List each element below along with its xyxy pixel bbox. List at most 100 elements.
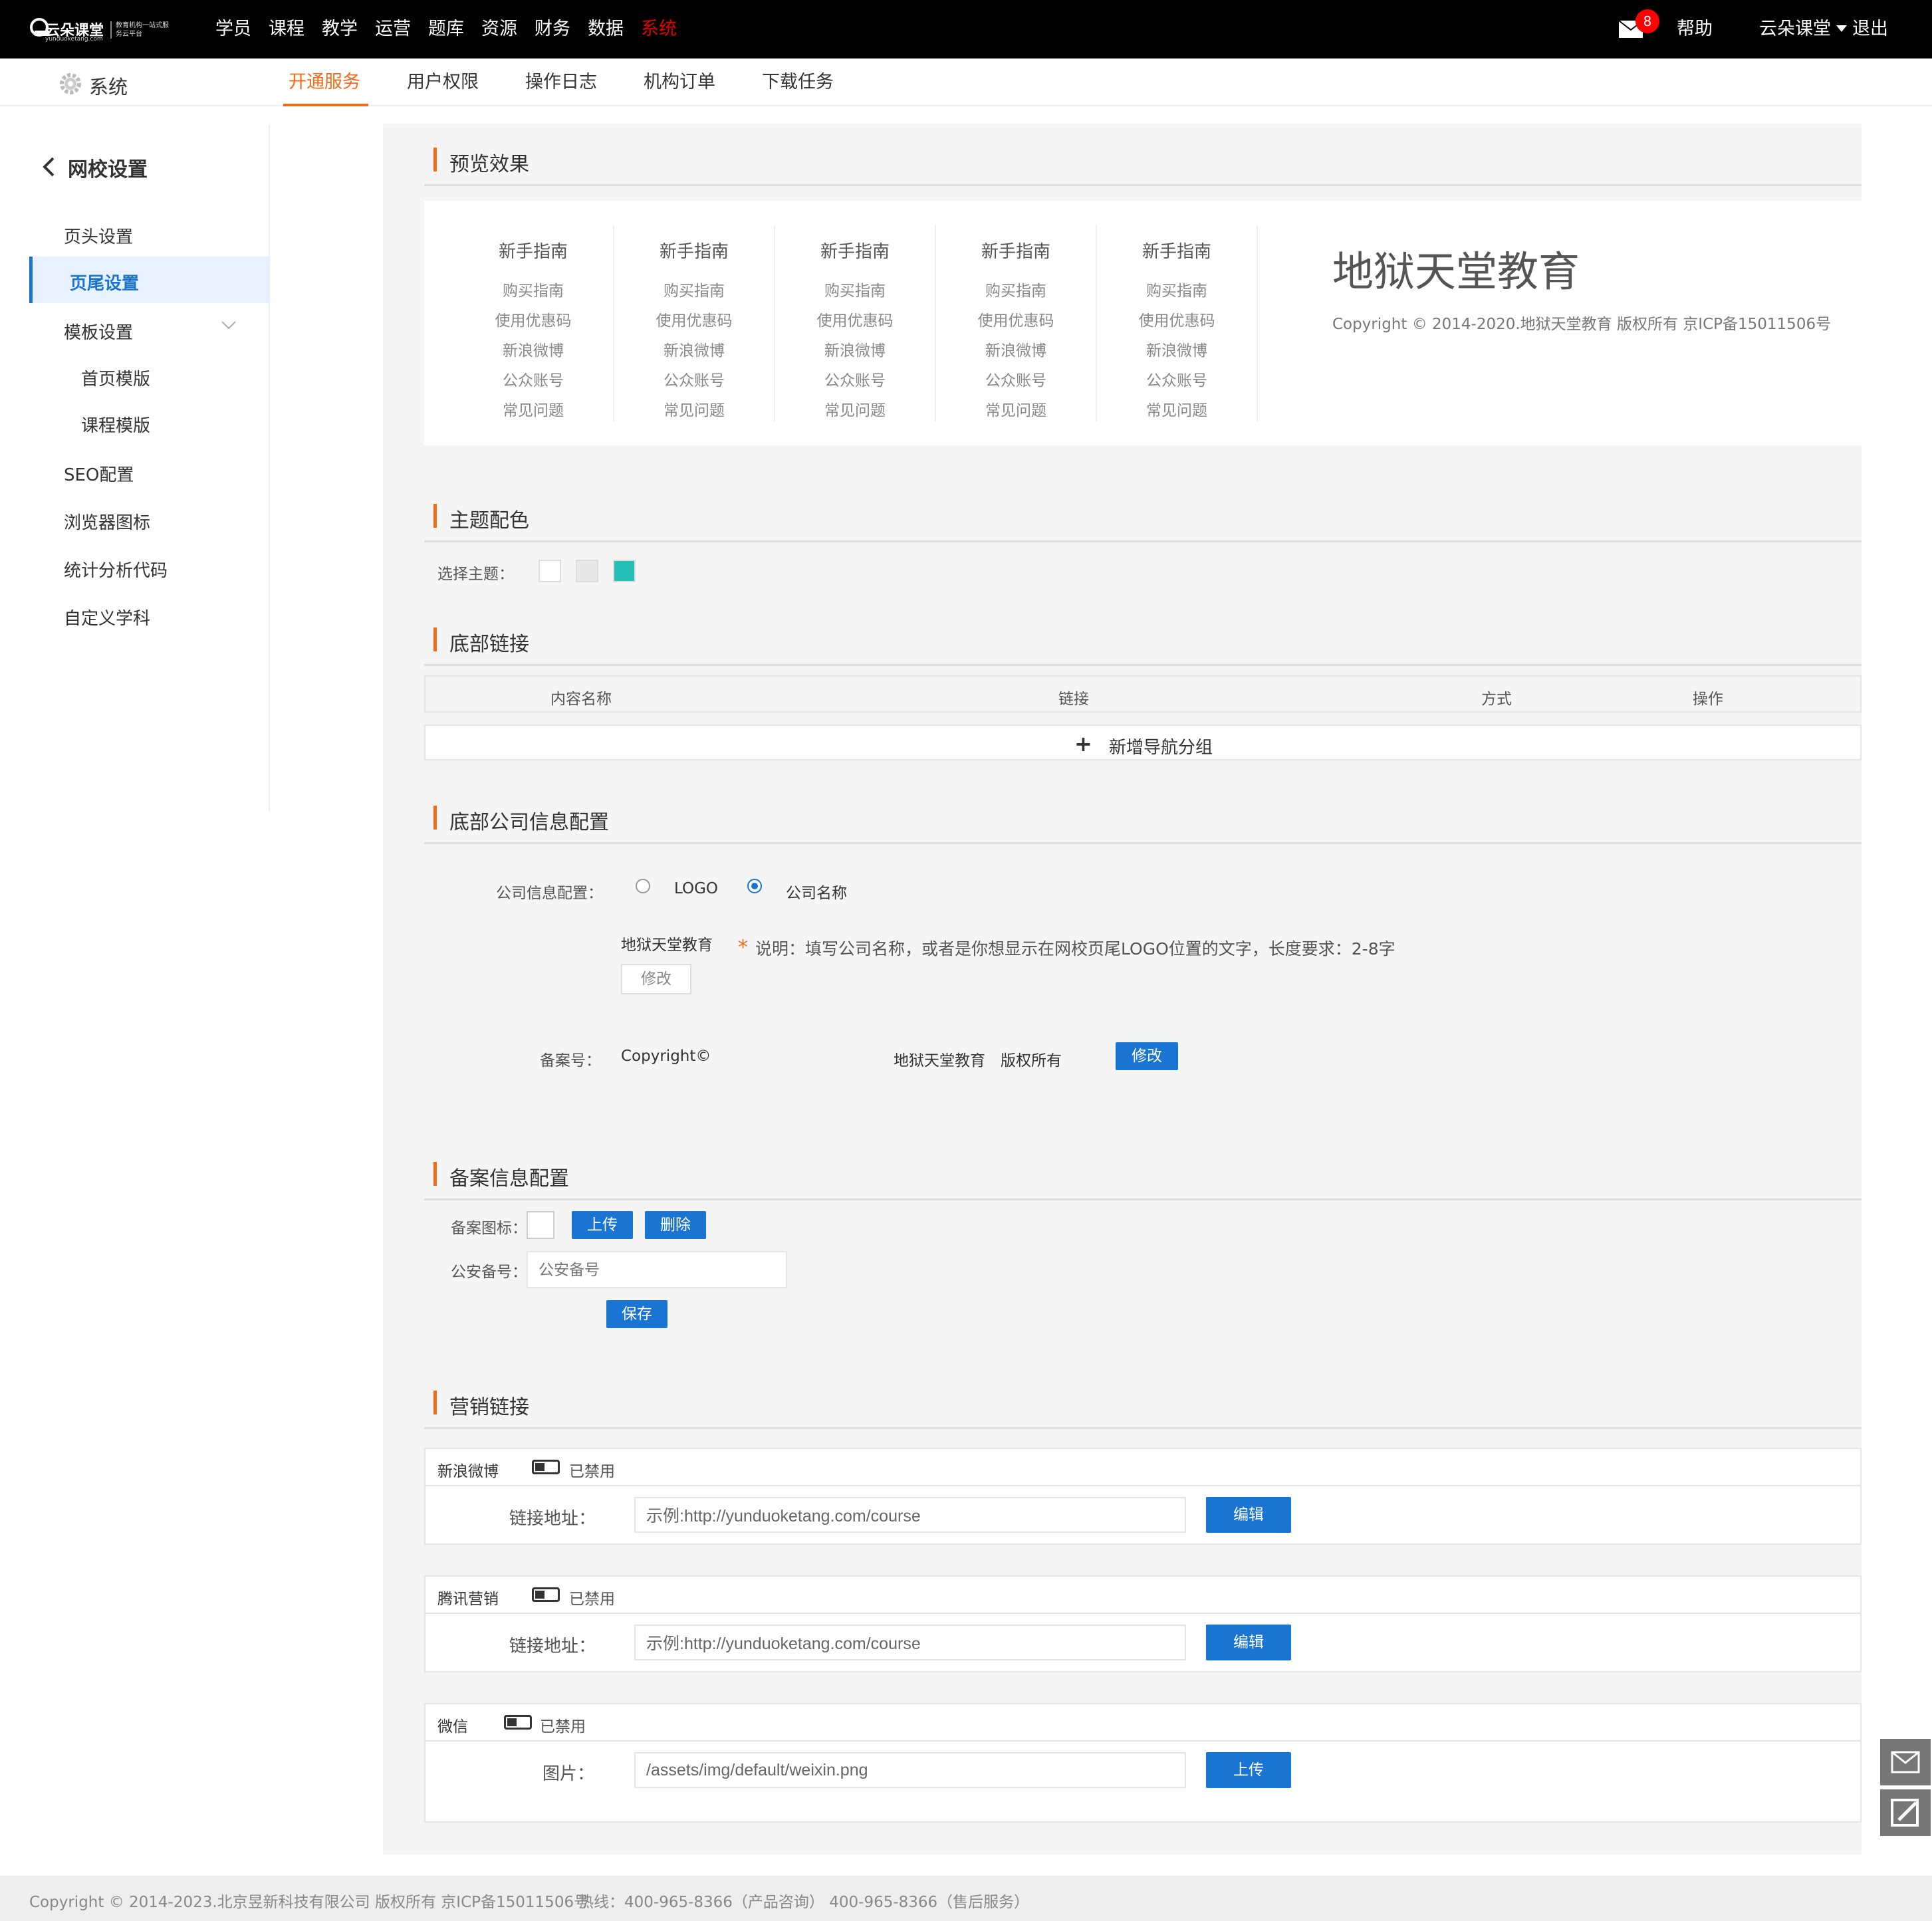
sidebar-item-analytics[interactable]: 统计分析代码	[64, 557, 168, 582]
marketing-card-wechat: 微信 已禁用 图片： 上传	[424, 1703, 1862, 1823]
company-info-label: 公司信息配置：	[496, 885, 603, 902]
marketing-name: 微信	[437, 1718, 468, 1736]
edit-record-button[interactable]: 修改	[1116, 1042, 1178, 1070]
floating-feedback-button[interactable]	[1880, 1789, 1931, 1836]
preview-column-title: 新手指南	[981, 242, 1050, 262]
sidebar-item-header[interactable]: 页头设置	[64, 223, 133, 248]
section-header-company: 底部公司信息配置	[424, 791, 1862, 844]
preview-copyright: Copyright © 2014-2020.地狱天堂教育 版权所有 京ICP备1…	[1332, 316, 1832, 333]
mail-count-badge: 8	[1635, 9, 1659, 33]
preview-link: 常见问题	[985, 402, 1046, 419]
save-record-button[interactable]: 保存	[606, 1300, 667, 1328]
wechat-upload-button[interactable]: 上传	[1206, 1752, 1291, 1788]
tab-user-permissions[interactable]: 用户权限	[407, 58, 479, 106]
sidebar-item-footer-label: 页尾设置	[70, 274, 140, 294]
sidebar-item-favicon[interactable]: 浏览器图标	[64, 509, 150, 534]
marketing-name: 腾讯营销	[437, 1591, 499, 1608]
preview-column: 新手指南 购买指南 使用优惠码 新浪微博 公众账号 常见问题	[453, 225, 614, 421]
section-header-marketing: 营销链接	[424, 1376, 1862, 1429]
police-record-label: 公安备号：	[451, 1264, 527, 1281]
footer-hotline: 热线：400-965-8366（产品咨询） 400-965-8366（售后服务）	[578, 1894, 1030, 1911]
upload-record-icon-button[interactable]: 上传	[572, 1211, 633, 1239]
radio-company-name[interactable]	[747, 879, 762, 893]
sidebar-item-seo[interactable]: SEO配置	[64, 461, 134, 486]
edit-icon	[1891, 1799, 1919, 1827]
nav-operations[interactable]: 运营	[375, 0, 411, 58]
tab-org-orders[interactable]: 机构订单	[644, 58, 715, 106]
marketing-field-label: 链接地址：	[509, 1509, 596, 1529]
preview-link: 使用优惠码	[495, 312, 572, 330]
nav-students[interactable]: 学员	[215, 0, 251, 58]
marketing-card-header: 腾讯营销 已禁用	[425, 1577, 1860, 1614]
nav-resources[interactable]: 资源	[481, 0, 517, 58]
nav-courses[interactable]: 课程	[269, 0, 304, 58]
marketing-card-tencent: 腾讯营销 已禁用 链接地址： 编辑	[424, 1575, 1862, 1672]
sidebar-item-home-template[interactable]: 首页模版	[81, 366, 150, 390]
chevron-down-icon[interactable]	[221, 320, 237, 331]
sidebar: 网校设置 页头设置 页尾设置 模板设置 首页模版 课程模版 SEO配置 浏览器图…	[0, 124, 270, 812]
main-panel: 预览效果 新手指南 购买指南 使用优惠码 新浪微博 公众账号 常见问题 新手指南…	[383, 124, 1862, 1855]
marketing-field-label: 图片：	[543, 1764, 595, 1784]
marketing-edit-button[interactable]: 编辑	[1206, 1497, 1291, 1533]
marketing-card-header: 微信 已禁用	[425, 1704, 1860, 1742]
edit-company-name-button[interactable]: 修改	[621, 964, 691, 994]
enable-toggle[interactable]	[532, 1460, 560, 1474]
police-record-input[interactable]	[527, 1251, 787, 1288]
preview-column-title: 新手指南	[659, 242, 729, 262]
nav-finance[interactable]: 财务	[535, 0, 570, 58]
sidebar-item-course-template[interactable]: 课程模版	[81, 412, 150, 437]
wechat-image-path-input[interactable]	[634, 1752, 1186, 1788]
preview-link: 公众账号	[824, 372, 886, 390]
marketing-url-input[interactable]	[634, 1497, 1186, 1533]
help-link[interactable]: 帮助	[1677, 0, 1713, 58]
preview-link: 新浪微博	[824, 342, 886, 360]
theme-swatch-gray[interactable]	[576, 560, 598, 582]
enable-toggle[interactable]	[504, 1715, 532, 1730]
nav-question-bank[interactable]: 题库	[428, 0, 464, 58]
sidebar-item-footer[interactable]: 页尾设置	[29, 257, 270, 303]
radio-company-name-label: 公司名称	[786, 885, 847, 902]
floating-message-button[interactable]	[1880, 1739, 1931, 1785]
record-prefix: Copyright©	[621, 1048, 711, 1065]
sidebar-item-custom-subject[interactable]: 自定义学科	[64, 605, 150, 629]
theme-swatch-white[interactable]	[539, 560, 561, 582]
preview-column: 新手指南 购买指南 使用优惠码 新浪微博 公众账号 常见问题	[775, 225, 936, 421]
record-icon-label: 备案图标：	[451, 1220, 527, 1237]
theme-swatch-teal[interactable]	[613, 560, 636, 582]
tab-operation-log[interactable]: 操作日志	[525, 58, 597, 106]
nav-system[interactable]: 系统	[641, 0, 677, 58]
preview-company-name: 地狱天堂教育	[1332, 247, 1580, 296]
brand-slogan: 教育机构一站式服务云平台	[116, 22, 169, 38]
preview-link: 新浪微博	[985, 342, 1046, 360]
marketing-edit-button[interactable]: 编辑	[1206, 1625, 1291, 1660]
section-title-links: 底部链接	[449, 633, 529, 656]
caret-down-icon[interactable]	[1836, 25, 1847, 32]
record-icon-image	[527, 1211, 554, 1239]
brand-logo[interactable]: 云朵课堂 yunduoketang.com 教育机构一站式服务云平台	[29, 9, 169, 49]
add-nav-group-button[interactable]: + 新增导航分组	[424, 725, 1862, 760]
section-title-company: 底部公司信息配置	[449, 811, 609, 834]
marketing-url-input[interactable]	[634, 1625, 1186, 1660]
nav-teaching[interactable]: 教学	[322, 0, 358, 58]
required-star-icon: *	[738, 936, 748, 959]
enable-toggle[interactable]	[532, 1587, 560, 1602]
marketing-name: 新浪微博	[437, 1463, 499, 1480]
preview-link: 新浪微博	[664, 342, 725, 360]
brand-domain: yunduoketang.com	[45, 36, 103, 43]
logout-link[interactable]: 退出	[1852, 0, 1888, 58]
delete-record-icon-button[interactable]: 删除	[645, 1211, 706, 1239]
tab-open-service[interactable]: 开通服务	[283, 58, 368, 106]
page-footer: Copyright © 2014-2023.北京昱新科技有限公司 版权所有 京I…	[0, 1876, 1932, 1921]
user-menu[interactable]: 云朵课堂	[1759, 0, 1831, 58]
company-name-value: 地狱天堂教育	[621, 937, 713, 954]
column-header-name: 内容名称	[550, 691, 612, 708]
sidebar-back-label[interactable]: 网校设置	[68, 153, 148, 182]
nav-data[interactable]: 数据	[588, 0, 624, 58]
preview-link: 公众账号	[503, 372, 564, 390]
preview-link: 购买指南	[1146, 282, 1207, 300]
tab-download-tasks[interactable]: 下载任务	[762, 58, 834, 106]
chevron-left-icon[interactable]	[41, 157, 56, 177]
radio-logo[interactable]	[636, 879, 650, 893]
section-title: 系统	[89, 76, 128, 98]
sidebar-item-templates[interactable]: 模板设置	[64, 319, 133, 344]
